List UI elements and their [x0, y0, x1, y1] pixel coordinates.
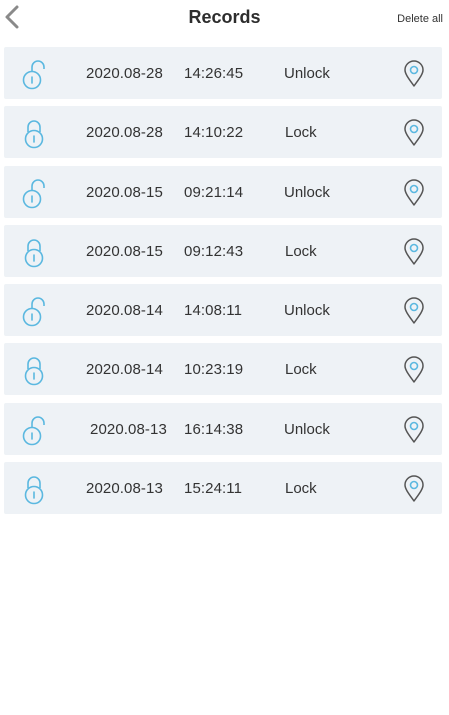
record-time: 14:08:11	[184, 302, 243, 320]
record-status: Lock	[285, 124, 317, 142]
location-pin-icon[interactable]	[403, 416, 425, 444]
record-row[interactable]: 2020.08-28 14:26:45 Unlock	[4, 47, 442, 99]
record-status: Lock	[285, 242, 317, 260]
record-row[interactable]: 2020.08-14 10:23:19 Lock	[4, 343, 442, 396]
unlocked-padlock-icon	[22, 297, 45, 327]
record-date: 2020.08-14	[86, 361, 163, 379]
locked-padlock-icon	[24, 357, 44, 386]
record-date: 2020.08-15	[86, 242, 163, 260]
record-status: Lock	[285, 361, 317, 379]
header: Records Delete all	[0, 0, 449, 42]
record-row[interactable]: 2020.08-28 14:10:22 Lock	[4, 106, 442, 159]
location-pin-icon[interactable]	[403, 356, 425, 384]
locked-padlock-icon	[24, 239, 44, 268]
location-pin-icon[interactable]	[403, 238, 425, 266]
record-row[interactable]: 2020.08-14 14:08:11 Unlock	[4, 284, 442, 337]
unlocked-padlock-icon	[22, 60, 45, 90]
record-row[interactable]: 2020.08-15 09:12:43 Lock	[4, 224, 442, 277]
record-status: Unlock	[284, 302, 330, 320]
record-time: 09:21:14	[184, 183, 244, 201]
location-pin-icon[interactable]	[403, 178, 425, 207]
unlocked-padlock-icon	[22, 415, 45, 446]
record-row[interactable]: 2020.08-13 16:14:38 Unlock	[4, 402, 442, 455]
record-date: 2020.08-13	[86, 480, 163, 498]
record-date: 2020.08-28	[86, 124, 163, 142]
record-date: 2020.08-14	[86, 302, 163, 320]
record-date: 2020.08-13	[90, 420, 167, 438]
record-row[interactable]: 2020.08-15 09:21:14 Unlock	[4, 165, 442, 218]
delete-all-button[interactable]: Delete all	[397, 13, 443, 25]
locked-padlock-icon	[24, 476, 44, 505]
record-time: 09:12:43	[184, 242, 244, 260]
location-pin-icon[interactable]	[403, 475, 425, 503]
location-pin-icon[interactable]	[403, 60, 425, 88]
unlocked-padlock-icon	[22, 178, 45, 208]
record-status: Unlock	[284, 183, 330, 201]
location-pin-icon[interactable]	[403, 297, 425, 325]
records-list: 2020.08-28 14:26:45 Unlock 2020.08-28 14…	[4, 47, 442, 521]
location-pin-icon[interactable]	[403, 119, 425, 147]
record-time: 14:26:45	[184, 65, 244, 82]
record-date: 2020.08-28	[86, 65, 163, 82]
record-row[interactable]: 2020.08-13 15:24:11 Lock	[4, 462, 442, 515]
record-time: 16:14:38	[184, 420, 244, 438]
record-time: 10:23:19	[184, 361, 244, 379]
record-date: 2020.08-15	[86, 183, 163, 201]
record-status: Unlock	[284, 420, 330, 438]
page-title: Records	[188, 7, 261, 27]
record-time: 14:10:22	[184, 124, 244, 142]
record-status: Unlock	[284, 65, 330, 82]
locked-padlock-icon	[24, 120, 44, 149]
record-status: Lock	[285, 480, 317, 498]
record-time: 15:24:11	[184, 480, 243, 498]
